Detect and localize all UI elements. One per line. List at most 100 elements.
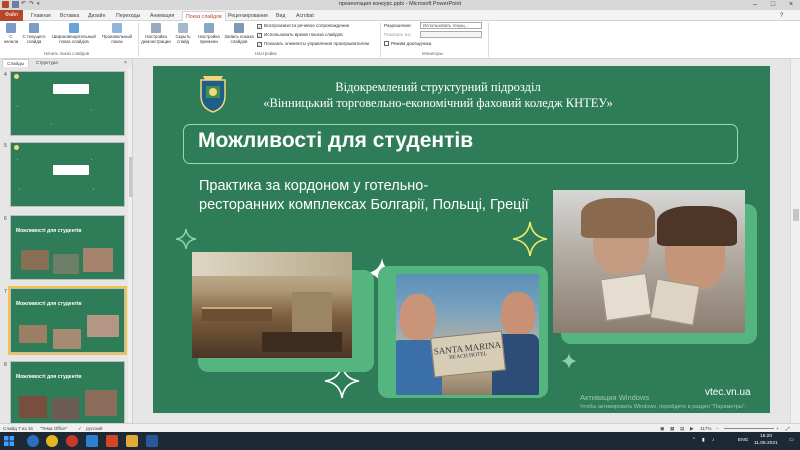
ribbon-separator bbox=[138, 23, 139, 57]
close-pane-icon[interactable]: × bbox=[120, 59, 131, 67]
checkbox-checked-icon: ✓ bbox=[257, 24, 262, 29]
window-title: презентация конкурс.pptx - Microsoft Pow… bbox=[338, 1, 462, 7]
slide-thumbnail-4[interactable]: • • • bbox=[10, 71, 125, 136]
thumb-photo bbox=[87, 315, 119, 337]
timer-icon bbox=[204, 23, 214, 33]
rehearse-timings-button[interactable]: Настройка времени bbox=[196, 23, 222, 44]
minimize-button[interactable]: – bbox=[746, 0, 764, 10]
hide-slide-button[interactable]: Скрыть слайд bbox=[173, 23, 193, 44]
volume-icon[interactable]: ♪ bbox=[712, 438, 714, 443]
slide-thumbnail-8[interactable]: Можливості для студентів bbox=[10, 361, 125, 423]
passport bbox=[649, 278, 701, 326]
presenter-view-label: Режим докладчика bbox=[391, 41, 432, 46]
checkbox-unchecked-icon bbox=[384, 41, 389, 46]
help-icon[interactable]: ? bbox=[780, 11, 783, 21]
custom-show-icon bbox=[112, 23, 122, 33]
pane-scrollbar[interactable] bbox=[128, 67, 132, 423]
ie-browser-icon[interactable] bbox=[27, 435, 39, 447]
person-face bbox=[501, 292, 535, 336]
network-icon[interactable]: ▮ bbox=[702, 438, 705, 443]
subtitle-line-2[interactable]: ресторанних комплексах Болгарії, Польщі,… bbox=[199, 197, 529, 213]
students-hotel-photo[interactable]: SANTA MARINA BEACH HOTEL bbox=[396, 274, 539, 395]
slide-thumbnail-6[interactable]: Можливості для студентів bbox=[10, 215, 125, 280]
activation-watermark-text: Чтобы активировать Windows, перейдите в … bbox=[580, 404, 747, 410]
students-passports-photo[interactable] bbox=[553, 190, 745, 333]
thumb-photo bbox=[53, 329, 81, 349]
passport bbox=[600, 273, 652, 321]
powerpoint-taskbar-icon[interactable] bbox=[106, 435, 118, 447]
tab-animation[interactable]: Анимация bbox=[150, 11, 174, 21]
college-logo-icon bbox=[14, 74, 19, 79]
record-show-button[interactable]: Запись показа слайдов bbox=[224, 23, 254, 44]
word-taskbar-icon[interactable] bbox=[146, 435, 158, 447]
tab-home[interactable]: Главная bbox=[31, 11, 51, 21]
checkbox-timings[interactable]: ✓ Использовать время показа слайдов bbox=[257, 32, 343, 38]
resolution-select[interactable]: Использовать текущ... bbox=[420, 22, 482, 29]
file-explorer-icon[interactable] bbox=[126, 435, 138, 447]
broadcast-label: Широковещательный показ слайдов bbox=[52, 34, 96, 44]
tab-slides[interactable]: Слайды bbox=[2, 59, 30, 67]
tab-design[interactable]: Дизайн bbox=[88, 11, 105, 21]
ribbon: С начала С текущего слайда Широковещател… bbox=[0, 21, 800, 59]
clock-time[interactable]: 15:20 bbox=[760, 434, 772, 439]
diagram-node: • bbox=[91, 108, 93, 112]
buffet-counter bbox=[202, 307, 272, 321]
scrollbar-thumb[interactable] bbox=[793, 209, 799, 221]
chrome-icon[interactable] bbox=[46, 435, 58, 447]
current-slide[interactable]: Відокремлений структурний підрозділ «Він… bbox=[153, 66, 770, 413]
from-current-button[interactable]: С текущего слайда bbox=[22, 23, 46, 44]
slide-thumbnail-5[interactable]: • • • • bbox=[10, 142, 125, 207]
maximize-button[interactable]: □ bbox=[764, 0, 782, 10]
tab-transitions[interactable]: Переходы bbox=[116, 11, 140, 21]
tab-insert[interactable]: Вставка bbox=[60, 11, 79, 21]
tab-slideshow[interactable]: Показ слайдов bbox=[182, 11, 226, 21]
taskbar: ⌃ ▮ ♪ ENG 15:20 11.05.2021 ▭ bbox=[0, 432, 800, 450]
editor-scrollbar[interactable] bbox=[790, 59, 800, 423]
timings-checkbox-label: Использовать время показа слайдов bbox=[264, 32, 343, 37]
title-bar: ↶ ↷ ▾ презентация конкурс.pptx - Microso… bbox=[0, 0, 800, 10]
show-on-select[interactable] bbox=[420, 31, 482, 38]
broadcast-button[interactable]: Широковещательный показ слайдов bbox=[50, 23, 98, 44]
record-label: Запись показа слайдов bbox=[224, 34, 254, 44]
tab-outline[interactable]: Структура bbox=[32, 59, 62, 67]
tab-acrobat[interactable]: Acrobat bbox=[296, 11, 314, 21]
group-label-monitors: Мониторы bbox=[422, 51, 444, 56]
checkbox-narration[interactable]: ✓ Воспроизвести речевое сопровождение bbox=[257, 23, 349, 29]
checkbox-presenter-view[interactable]: Режим докладчика bbox=[384, 41, 431, 46]
diagram-node: • bbox=[91, 157, 93, 161]
subtitle-line-1[interactable]: Практика за кордоном у готельно- bbox=[199, 178, 428, 194]
thumb-photo bbox=[19, 396, 47, 418]
scrollbar-thumb[interactable] bbox=[129, 157, 132, 197]
opera-icon[interactable] bbox=[66, 435, 78, 447]
checkbox-checked-icon: ✓ bbox=[257, 33, 262, 38]
keyboard-language[interactable]: ENG bbox=[738, 438, 748, 443]
thumb-number: 6 bbox=[4, 216, 7, 222]
from-start-button[interactable]: С начала bbox=[2, 23, 20, 44]
college-crest-icon bbox=[200, 76, 226, 113]
controls-label: Показать элементы управления проигрывате… bbox=[264, 41, 369, 46]
setup-show-button[interactable]: Настройка демонстрации bbox=[141, 23, 171, 44]
media-player-icon[interactable] bbox=[86, 435, 98, 447]
org-line-2: «Вінницький торговельно-економічний фахо… bbox=[263, 96, 613, 110]
close-button[interactable]: × bbox=[782, 0, 800, 10]
broadcast-icon bbox=[69, 23, 79, 33]
diagram-node: • bbox=[19, 187, 21, 191]
custom-show-button[interactable]: Произвольный показ bbox=[100, 23, 134, 44]
checkbox-controls[interactable]: ✓ Показать элементы управления проигрыват… bbox=[257, 41, 369, 47]
setup-label: Настройка демонстрации bbox=[141, 34, 171, 44]
zoom-slider[interactable] bbox=[724, 428, 774, 429]
website-text: vtec.vn.ua bbox=[705, 387, 751, 398]
slide-thumbnail-7[interactable]: Можливості для студентів bbox=[8, 286, 127, 355]
tab-view[interactable]: Вид bbox=[276, 11, 285, 21]
tab-review[interactable]: Рецензирование bbox=[228, 11, 268, 21]
ribbon-tabs: Файл Главная Вставка Дизайн Переходы Ани… bbox=[0, 10, 800, 21]
clock-date[interactable]: 11.05.2021 bbox=[754, 441, 778, 446]
windows-start-icon[interactable] bbox=[4, 436, 14, 446]
tray-chevron-icon[interactable]: ⌃ bbox=[692, 438, 696, 443]
tab-file[interactable]: Файл bbox=[0, 10, 23, 21]
from-current-label: С текущего слайда bbox=[22, 34, 46, 44]
slide-title[interactable]: Можливості для студентів bbox=[198, 129, 473, 153]
notifications-icon[interactable]: ▭ bbox=[789, 438, 794, 443]
from-start-label: С начала bbox=[3, 34, 19, 44]
restaurant-photo[interactable] bbox=[192, 252, 352, 358]
